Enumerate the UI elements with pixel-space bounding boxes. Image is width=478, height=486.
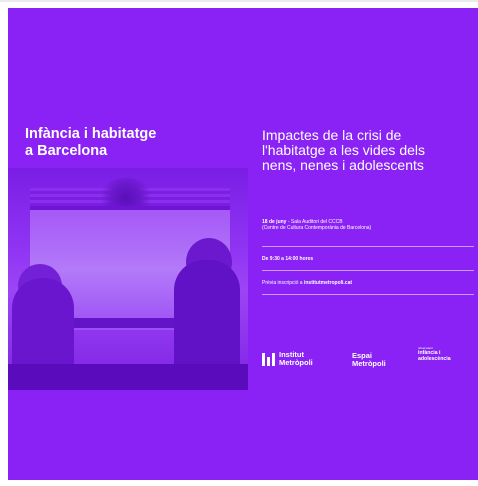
event-time: De 9:30 a 14:00 hores bbox=[262, 256, 314, 262]
espai-metropoli-logo: Espai Metròpoli bbox=[352, 351, 386, 368]
three-bar-logo-mark-icon bbox=[262, 352, 275, 366]
registration-prefix: Prèvia inscripció a bbox=[262, 280, 304, 286]
top-divider bbox=[0, 0, 478, 2]
divider-1 bbox=[262, 246, 474, 247]
divider-3 bbox=[262, 294, 474, 295]
registration-info: Prèvia inscripció a institutmetropoli.ca… bbox=[262, 280, 477, 286]
event-place: (Centre de Cultura Contemporània de Barc… bbox=[262, 225, 372, 231]
children-window-photo bbox=[8, 168, 248, 390]
institut-metropoli-name: Institut Metròpoli bbox=[279, 350, 313, 367]
observatori-logo: observatori infància i adolescència bbox=[418, 346, 478, 362]
poster-subtitle: Impactes de la crisi de l'habitatge a le… bbox=[262, 127, 425, 173]
observatori-name: infància i adolescència bbox=[418, 350, 451, 362]
foreground-table bbox=[8, 364, 248, 390]
registration-link[interactable]: institutmetropoli.cat bbox=[304, 280, 352, 286]
poster-title: Infància i habitatge a Barcelona bbox=[25, 126, 157, 159]
page-frame: Infància i habitatge a Barcelona Impacte… bbox=[0, 0, 478, 486]
event-poster: Infància i habitatge a Barcelona Impacte… bbox=[8, 8, 478, 480]
divider-2 bbox=[262, 270, 474, 271]
institut-metropoli-logo: Institut Metròpoli bbox=[262, 351, 313, 367]
